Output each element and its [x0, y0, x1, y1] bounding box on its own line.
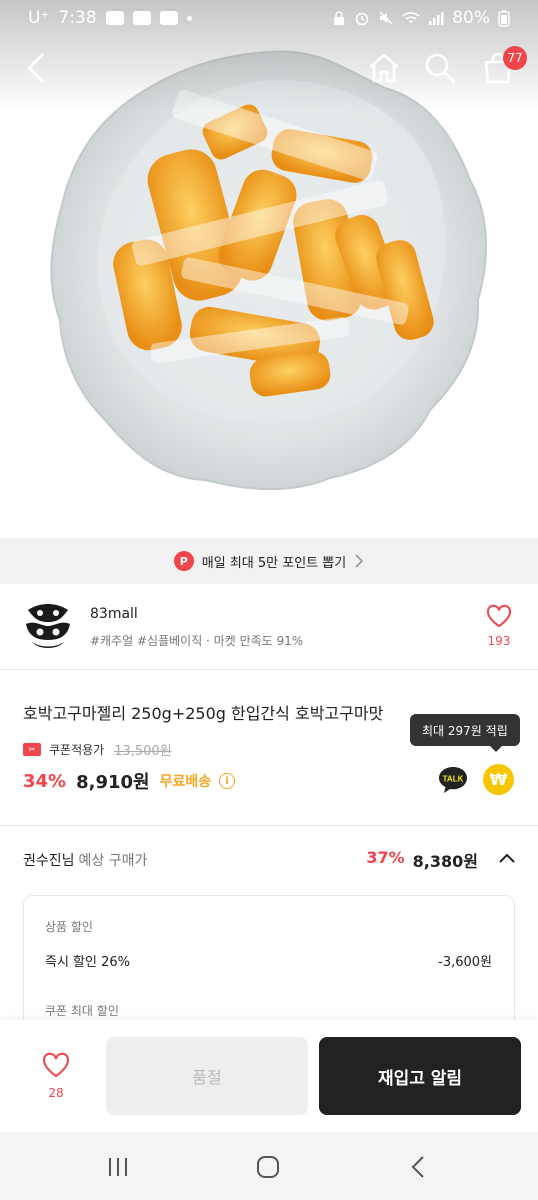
expected-price-caption: 예상 구매가 — [78, 853, 148, 869]
expected-price-value: 37% 8,380원 — [366, 848, 478, 872]
expected-price: 8,380원 — [412, 852, 478, 871]
section-divider — [0, 825, 538, 826]
seller-like-count: 193 — [487, 634, 511, 648]
notification-app-icon — [105, 11, 124, 25]
back-system-button[interactable] — [398, 1152, 438, 1182]
heart-outline-icon — [42, 1052, 70, 1078]
restock-alert-button[interactable]: 재입고 알림 — [319, 1037, 521, 1115]
wifi-icon — [402, 12, 420, 23]
search-icon — [425, 53, 456, 84]
point-badge-icon: P — [173, 551, 194, 571]
coupon-price-row: ✂ 쿠폰적용가 13,500원 — [23, 740, 172, 759]
cart-count-badge: 77 — [503, 46, 527, 70]
bottom-action-bar: 28 품절 재입고 알림 — [0, 1020, 538, 1132]
back-arrow-icon — [27, 53, 44, 83]
clock: 7:38 — [58, 8, 97, 28]
more-notifications-icon — [186, 15, 192, 21]
lock-icon — [334, 11, 345, 25]
back-button[interactable] — [14, 44, 58, 92]
wishlist-button[interactable]: 28 — [36, 1052, 76, 1100]
point-banner-text: 매일 최대 5만 포인트 뽑기 — [201, 555, 347, 571]
top-navigation — [0, 44, 538, 94]
chevron-right-icon — [355, 554, 364, 568]
notification-talk-icon — [132, 11, 151, 25]
chevron-up-icon[interactable] — [498, 852, 516, 864]
home-circle-icon — [257, 1156, 279, 1178]
coupon-label: 쿠폰적용가 — [49, 743, 105, 757]
carrier-label: U⁺ — [28, 8, 50, 28]
discount-rate: 34% — [23, 770, 67, 792]
soldout-button: 품절 — [106, 1037, 308, 1115]
home-system-button[interactable] — [248, 1152, 288, 1182]
seller-like-button[interactable]: 193 — [482, 604, 516, 648]
system-navigation-bar — [0, 1132, 538, 1200]
wishlist-count: 28 — [48, 1086, 64, 1100]
talk-label: TALK — [443, 775, 464, 784]
kakao-talk-button[interactable]: TALK — [437, 765, 469, 795]
alarm-icon — [355, 12, 369, 26]
seller-tags: #캐주얼 #심플베이직 · 마켓 만족도 91% — [90, 634, 304, 648]
recent-apps-icon — [109, 1158, 127, 1176]
point-tooltip: 최대 297원 적립 — [410, 714, 520, 752]
notification-youtube-icon — [159, 11, 178, 25]
signal-icon — [429, 12, 444, 25]
seller-logo — [23, 601, 73, 651]
product-discount-heading: 상품 할인 — [45, 920, 93, 934]
seller-section[interactable]: 83mall #캐주얼 #심플베이직 · 마켓 만족도 91% 193 — [0, 584, 538, 670]
home-icon — [369, 53, 399, 83]
seller-name[interactable]: 83mall — [90, 606, 138, 622]
free-shipping-label: 무료배송 — [159, 774, 212, 790]
home-button[interactable] — [362, 44, 406, 92]
original-price: 13,500원 — [114, 744, 172, 759]
expected-price-label: 권수진님 예상 구매가 — [23, 850, 147, 870]
coupon-ticket-icon: ✂ — [23, 743, 41, 756]
recent-apps-button[interactable] — [98, 1152, 138, 1182]
heart-outline-icon — [486, 604, 512, 628]
instant-discount-label: 즉시 할인 26% — [45, 955, 130, 970]
coupon-discount-heading: 쿠폰 최대 할인 — [45, 1004, 119, 1018]
point-event-banner[interactable]: P 매일 최대 5만 포인트 뽑기 — [0, 538, 538, 584]
expected-discount: 37% — [366, 848, 405, 867]
sale-price: 8,910원 — [76, 772, 150, 793]
search-button[interactable] — [418, 44, 462, 92]
battery-icon — [498, 10, 510, 27]
price-row: 34% 8,910원 무료배송 i — [23, 768, 236, 794]
mute-icon — [379, 11, 393, 25]
instant-discount-value: -3,600원 — [438, 955, 492, 970]
expected-price-row[interactable]: 권수진님 예상 구매가 37% 8,380원 — [0, 840, 538, 880]
shipping-info-icon[interactable]: i — [219, 773, 236, 789]
instant-discount-row: 즉시 할인 26% -3,600원 — [45, 951, 492, 970]
status-bar: U⁺ 7:38 80% — [0, 0, 538, 36]
product-title: 호박고구마젤리 250g+250g 한입간식 호박고구마맛 — [23, 704, 384, 723]
point-coin-button[interactable]: ₩ — [483, 764, 514, 795]
user-name: 권수진님 — [23, 853, 75, 869]
back-chevron-icon — [411, 1156, 424, 1178]
discount-breakdown: 상품 할인 즉시 할인 26% -3,600원 쿠폰 최대 할인 — [23, 895, 515, 1035]
battery-level: 80% — [452, 8, 490, 28]
